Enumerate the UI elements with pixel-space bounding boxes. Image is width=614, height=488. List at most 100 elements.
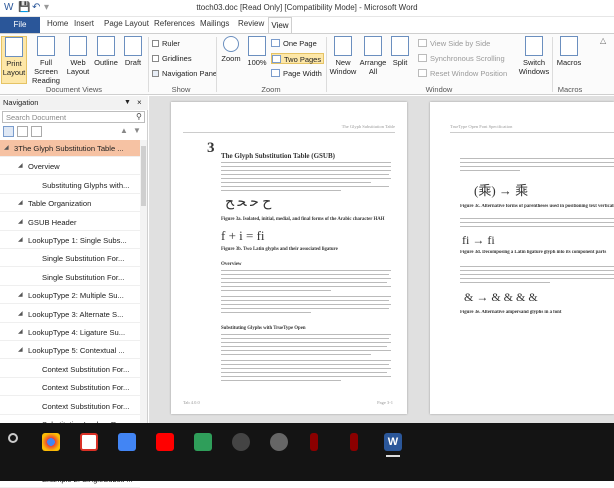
- group-divider: [326, 37, 327, 92]
- draft-icon: [124, 36, 142, 56]
- launcher-icon[interactable]: [8, 433, 18, 443]
- pages-view-icon[interactable]: [17, 126, 28, 137]
- outline-button[interactable]: Outline: [92, 36, 120, 67]
- tab-home[interactable]: Home: [47, 19, 68, 28]
- headings-view-icon[interactable]: [3, 126, 14, 137]
- word-icon[interactable]: W: [384, 433, 402, 451]
- wine-glass-icon[interactable]: [350, 433, 358, 451]
- tab-view[interactable]: View: [268, 17, 292, 33]
- nav-heading-item[interactable]: Substituting Glyphs with...: [0, 177, 140, 194]
- window-group-label: Window: [425, 85, 453, 94]
- checkbox-icon: [152, 55, 159, 62]
- previous-heading-icon[interactable]: ▲: [120, 126, 128, 135]
- navigation-pane-header: Navigation ▼ ×: [0, 96, 148, 110]
- zoom-button[interactable]: Zoom: [219, 36, 243, 63]
- nav-heading-label: Context Substitution For...: [42, 364, 130, 374]
- ampersand-figure: & → & & & &: [464, 290, 538, 304]
- nav-heading-item[interactable]: ◢ LookupType 2: Multiple Su...: [0, 287, 140, 305]
- chrome-icon[interactable]: [42, 433, 60, 451]
- navigation-pane-checkbox[interactable]: Navigation Pane: [152, 68, 217, 79]
- expand-triangle-icon[interactable]: ◢: [18, 324, 23, 340]
- nav-heading-item[interactable]: ◢ LookupType 3: Alternate S...: [0, 306, 140, 323]
- expand-triangle-icon[interactable]: ◢: [18, 342, 23, 358]
- pane-options-icon[interactable]: ▼: [124, 96, 131, 110]
- document-page[interactable]: The Glyph Substitution Table 3 The Glyph…: [171, 102, 407, 414]
- minimize-ribbon-icon[interactable]: △: [600, 36, 606, 45]
- group-divider: [552, 37, 553, 92]
- two-pages-button[interactable]: Two Pages: [271, 53, 325, 64]
- tab-file[interactable]: File: [0, 17, 40, 33]
- play-store-icon[interactable]: [194, 433, 212, 451]
- arabic-forms-figure: ﺡ ﺣ ﺤ ﺢ: [225, 195, 272, 210]
- section-heading: Overview: [221, 262, 242, 267]
- print-layout-icon: [5, 37, 23, 57]
- navigation-scrollbar[interactable]: [140, 140, 147, 423]
- reset-window-position-button[interactable]: Reset Window Position: [418, 68, 507, 79]
- nav-heading-label: Single Substitution For...: [42, 272, 125, 282]
- wine-glass-icon[interactable]: [310, 433, 318, 451]
- expand-triangle-icon[interactable]: ◢: [18, 195, 23, 211]
- expand-triangle-icon[interactable]: ◢: [18, 214, 23, 230]
- document-area[interactable]: The Glyph Substitution Table 3 The Glyph…: [149, 96, 614, 423]
- tab-insert[interactable]: Insert: [74, 19, 94, 28]
- arrange-all-button[interactable]: Arrange All: [359, 36, 387, 76]
- nav-heading-item[interactable]: ◢ LookupType 5: Contextual ...: [0, 342, 140, 360]
- chapter-heading: The Glyph Substitution Table (GSUB): [221, 152, 335, 160]
- youtube-icon[interactable]: [156, 433, 174, 451]
- nav-heading-label: GSUB Header: [28, 217, 77, 227]
- expand-triangle-icon[interactable]: ◢: [18, 287, 23, 303]
- tab-mailings[interactable]: Mailings: [200, 19, 229, 28]
- next-heading-icon[interactable]: ▼: [133, 126, 141, 135]
- nav-heading-item[interactable]: ◢ 3The Glyph Substitution Table ...: [0, 140, 140, 157]
- scroll-thumb[interactable]: [141, 146, 146, 206]
- results-view-icon[interactable]: [31, 126, 42, 137]
- page-width-button[interactable]: Page Width: [271, 68, 322, 79]
- expand-triangle-icon[interactable]: ◢: [18, 306, 23, 322]
- expand-triangle-icon[interactable]: ◢: [18, 158, 23, 174]
- draft-button[interactable]: Draft: [121, 36, 145, 67]
- expand-triangle-icon[interactable]: ◢: [18, 232, 23, 248]
- nav-heading-item[interactable]: ◢ LookupType 4: Ligature Su...: [0, 324, 140, 341]
- split-button[interactable]: Split: [389, 36, 411, 67]
- docs-icon[interactable]: [118, 433, 136, 451]
- nav-heading-label: LookupType 4: Ligature Su...: [28, 328, 126, 337]
- nav-heading-label: LookupType 3: Alternate S...: [28, 309, 124, 319]
- close-icon[interactable]: ×: [137, 96, 142, 110]
- nav-heading-item[interactable]: ◢ LookupType 1: Single Subs...: [0, 232, 140, 249]
- expand-triangle-icon[interactable]: ◢: [4, 140, 9, 156]
- tab-page-layout[interactable]: Page Layout: [104, 19, 149, 28]
- switch-windows-button[interactable]: Switch Windows: [518, 36, 550, 76]
- nav-heading-item[interactable]: ◢ GSUB Header: [0, 214, 140, 231]
- magnifier-icon: [223, 36, 239, 52]
- app-icon[interactable]: [232, 433, 250, 451]
- section-heading: Substituting Glyphs with TrueType Open: [221, 326, 306, 331]
- search-icon[interactable]: ⚲: [136, 112, 142, 121]
- nav-heading-item[interactable]: Context Substitution For...: [0, 379, 140, 397]
- nav-heading-item[interactable]: Single Substitution For...: [0, 250, 140, 268]
- full-screen-reading-button[interactable]: Full Screen Reading: [29, 36, 63, 85]
- macros-button[interactable]: Macros: [555, 36, 583, 67]
- ruler-checkbox[interactable]: Ruler: [152, 38, 180, 49]
- new-window-button[interactable]: New Window: [328, 36, 358, 76]
- web-layout-button[interactable]: Web Layout: [65, 36, 91, 76]
- nav-heading-item[interactable]: ◢ Table Organization: [0, 195, 140, 213]
- view-side-by-side-button[interactable]: View Side by Side: [418, 38, 490, 49]
- gmail-icon[interactable]: [80, 433, 98, 451]
- tab-references[interactable]: References: [154, 19, 195, 28]
- document-page[interactable]: TrueType Open Font Specification (乘) → 乘…: [430, 102, 614, 414]
- synchronous-scrolling-button[interactable]: Synchronous Scrolling: [418, 53, 505, 64]
- search-input[interactable]: Search Document: [2, 111, 145, 123]
- gridlines-checkbox[interactable]: Gridlines: [152, 53, 192, 64]
- one-page-button[interactable]: One Page: [271, 38, 317, 49]
- navigation-pane-title: Navigation: [3, 98, 39, 107]
- nav-heading-item[interactable]: Context Substitution For...: [0, 398, 140, 415]
- app-icon[interactable]: [270, 433, 288, 451]
- tab-review[interactable]: Review: [238, 19, 264, 28]
- nav-heading-item[interactable]: Single Substitution For...: [0, 269, 140, 286]
- nav-heading-item[interactable]: Context Substitution For...: [0, 361, 140, 378]
- page-header: TrueType Open Font Specification: [450, 124, 513, 129]
- ligature-figure: f + i = fi: [221, 228, 265, 243]
- print-layout-button[interactable]: Print Layout: [1, 36, 27, 84]
- nav-heading-item[interactable]: ◢ Overview: [0, 158, 140, 176]
- zoom-100-button[interactable]: 100%: [245, 36, 269, 67]
